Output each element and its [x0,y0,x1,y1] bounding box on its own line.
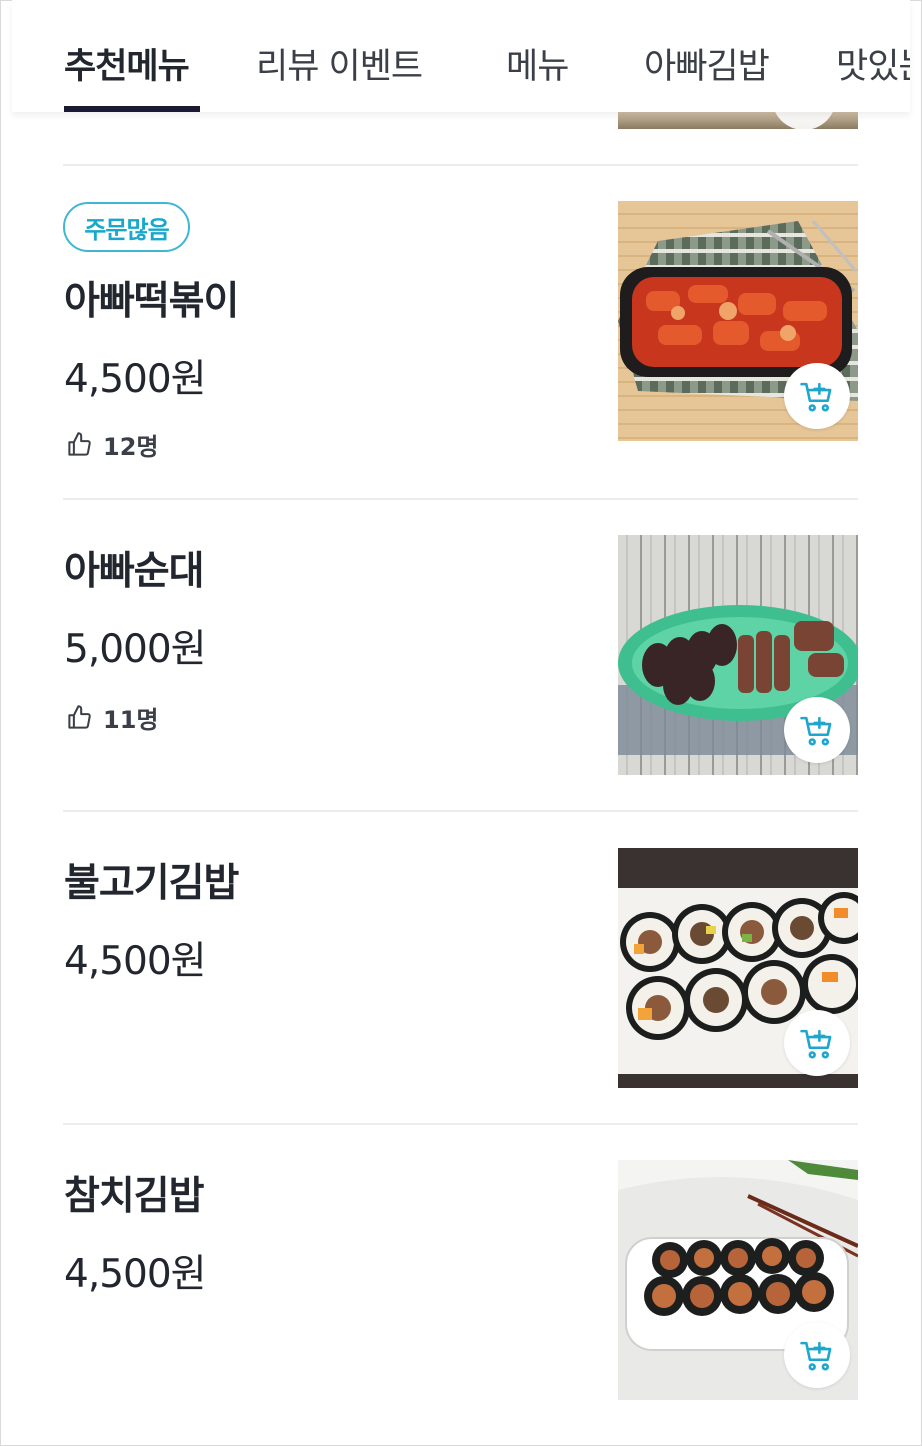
menu-item-bulgogi-kimbap[interactable]: 불고기김밥 4,500원 [0,812,922,1124]
menu-item-price: 4,500원 [64,939,207,984]
category-tab-bar: 추천메뉴 리뷰 이벤트 메뉴 아빠김밥 맛있는 [12,0,910,112]
like-count: 12명 [66,429,159,461]
add-to-cart-button[interactable] [784,1322,850,1388]
bulgogi-kimbap-photo[interactable] [618,848,858,1088]
tteokbokki-photo[interactable] [618,201,858,441]
menu-item-name: 불고기김밥 [64,861,239,906]
menu-item-name: 아빠떡볶이 [64,279,239,324]
add-to-cart-icon [800,1341,832,1371]
add-to-cart-icon [800,1029,832,1059]
menu-item-price: 4,500원 [64,1252,207,1297]
previous-item-image[interactable] [618,112,858,129]
add-to-cart-icon [800,716,832,746]
menu-item-tuna-kimbap[interactable]: 참치김밥 4,500원 [0,1125,922,1437]
tab-appa-kimbap[interactable]: 아빠김밥 [644,38,770,89]
sundae-photo[interactable] [618,535,858,775]
add-to-cart-button[interactable] [784,363,850,429]
tab-menu[interactable]: 메뉴 [506,38,569,89]
tab-recommended-menu[interactable]: 추천메뉴 [64,38,190,89]
tuna-kimbap-photo[interactable] [618,1160,858,1400]
menu-item-price: 5,000원 [64,627,207,672]
menu-item-tteokbokki[interactable]: 주문많음 아빠떡볶이 4,500원 12명 [0,166,922,498]
tab-review-event[interactable]: 리뷰 이벤트 [256,38,423,89]
thumbs-up-icon [68,431,91,456]
add-to-cart-button[interactable] [784,697,850,763]
add-to-cart-button[interactable] [784,1010,850,1076]
popular-badge: 주문많음 [63,202,190,252]
add-to-cart-icon [800,382,832,412]
menu-item-name: 참치김밥 [64,1174,205,1219]
like-count: 11명 [66,702,159,734]
like-count-value: 12명 [103,432,159,461]
menu-item-name: 아빠순대 [64,549,205,594]
menu-item-price: 4,500원 [64,357,207,402]
like-count-value: 11명 [103,705,159,734]
thumbs-up-icon [68,704,91,729]
menu-item-sundae[interactable]: 아빠순대 5,000원 11명 [0,500,922,812]
active-tab-indicator [64,106,200,112]
tab-delicious[interactable]: 맛있는 [836,38,910,89]
